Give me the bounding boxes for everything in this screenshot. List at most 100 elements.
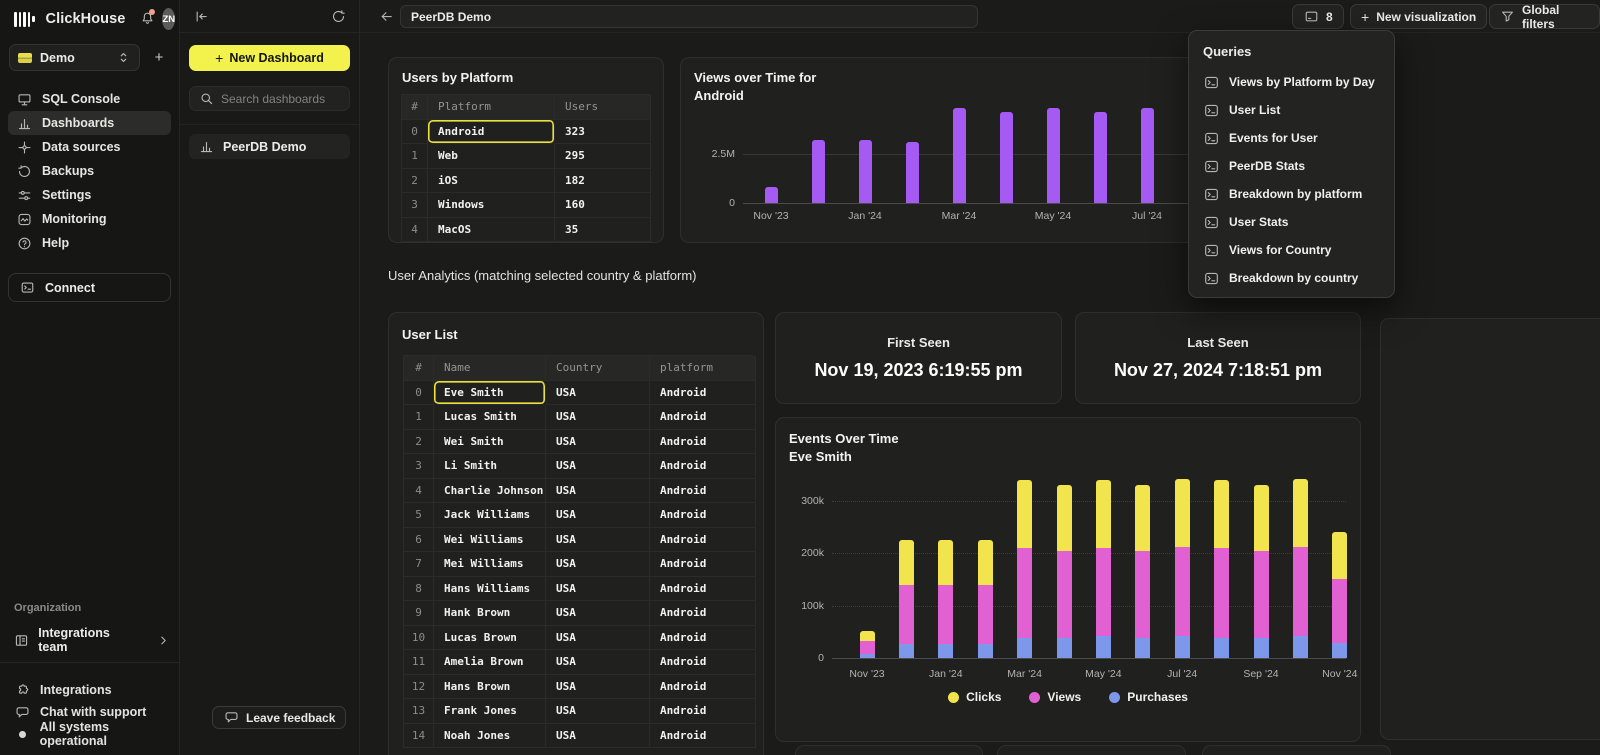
table-cell[interactable]: Charlie Johnson <box>434 479 546 504</box>
new-dashboard-button[interactable]: + New Dashboard <box>189 45 350 71</box>
table-cell[interactable]: 295 <box>555 144 651 169</box>
table-cell[interactable]: Wei Smith <box>434 430 546 455</box>
table-cell[interactable]: Noah Jones <box>434 724 546 749</box>
table-cell[interactable]: Li Smith <box>434 454 546 479</box>
bar-segment-purchases <box>1254 638 1269 658</box>
sidebar-item-monitoring[interactable]: Monitoring <box>8 207 171 231</box>
table-cell[interactable]: Hans Brown <box>434 675 546 700</box>
table-cell[interactable]: Lucas Smith <box>434 405 546 430</box>
sidebar-item-help[interactable]: Help <box>8 231 171 255</box>
table-cell[interactable]: MacOS <box>428 218 555 243</box>
sidebar-item-integrations-team[interactable]: Integrations team <box>14 626 171 654</box>
table-cell[interactable]: Android <box>650 724 756 749</box>
table-cell[interactable]: Android <box>650 601 756 626</box>
sidebar-item-all-systems-operational[interactable]: All systems operational <box>14 723 171 745</box>
table-cell[interactable]: iOS <box>428 169 555 194</box>
table-cell[interactable]: Hans Williams <box>434 577 546 602</box>
query-item-breakdown-by-platform[interactable]: Breakdown by platform <box>1203 180 1380 208</box>
table-cell[interactable]: 35 <box>555 218 651 243</box>
table-cell[interactable]: Android <box>650 528 756 553</box>
sidebar-item-dashboards[interactable]: Dashboards <box>8 111 171 135</box>
table-cell[interactable]: Amelia Brown <box>434 650 546 675</box>
dashboard-list-item[interactable]: PeerDB Demo <box>189 134 350 159</box>
table-cell[interactable]: USA <box>546 479 650 504</box>
connect-button[interactable]: Connect <box>8 273 171 302</box>
query-item-events-for-user[interactable]: Events for User <box>1203 124 1380 152</box>
table-cell[interactable]: Android <box>650 577 756 602</box>
table-cell[interactable]: USA <box>546 699 650 724</box>
query-item-views-for-country[interactable]: Views for Country <box>1203 236 1380 264</box>
collapse-panel-icon[interactable] <box>193 8 209 24</box>
dashboard-title-input[interactable] <box>400 5 978 28</box>
table-cell[interactable]: Mei Williams <box>434 552 546 577</box>
table-cell[interactable]: Eve Smith <box>434 381 546 406</box>
table-cell[interactable]: Android <box>650 454 756 479</box>
visualization-count-button[interactable]: 8 <box>1292 4 1344 29</box>
table-cell[interactable]: USA <box>546 650 650 675</box>
search-input[interactable] <box>221 92 341 106</box>
table-cell[interactable]: USA <box>546 503 650 528</box>
bar <box>1047 108 1060 203</box>
notifications-button[interactable] <box>139 10 155 28</box>
table-cell[interactable]: Android <box>650 381 756 406</box>
table-cell[interactable]: Android <box>650 699 756 724</box>
query-item-user-stats[interactable]: User Stats <box>1203 208 1380 236</box>
table-cell[interactable]: Android <box>650 650 756 675</box>
table-cell[interactable]: Windows <box>428 193 555 218</box>
table-cell[interactable]: Android <box>650 675 756 700</box>
stat-value: Nov 19, 2023 6:19:55 pm <box>814 360 1022 381</box>
leave-feedback-button[interactable]: Leave feedback <box>212 706 346 729</box>
sidebar-item-backups[interactable]: Backups <box>8 159 171 183</box>
bar-segment-views <box>1254 551 1269 638</box>
query-item-views-by-platform-by-day[interactable]: Views by Platform by Day <box>1203 68 1380 96</box>
table-cell[interactable]: USA <box>546 405 650 430</box>
table-cell[interactable]: Android <box>650 552 756 577</box>
query-item-user-list[interactable]: User List <box>1203 96 1380 124</box>
avatar[interactable]: ZN <box>162 8 175 30</box>
table-cell[interactable]: Frank Jones <box>434 699 546 724</box>
sidebar-item-integrations[interactable]: Integrations <box>14 679 171 701</box>
table-cell[interactable]: Lucas Brown <box>434 626 546 651</box>
bar-segment-views <box>1135 551 1150 638</box>
table-cell[interactable]: 182 <box>555 169 651 194</box>
table-cell[interactable]: Hank Brown <box>434 601 546 626</box>
table-cell[interactable]: Android <box>650 626 756 651</box>
back-button[interactable] <box>378 8 394 24</box>
table-cell[interactable]: USA <box>546 552 650 577</box>
table-cell[interactable]: Android <box>650 430 756 455</box>
table-cell[interactable]: Android <box>428 120 555 145</box>
workspace-selector[interactable]: Demo <box>9 44 140 71</box>
table-cell[interactable]: USA <box>546 724 650 749</box>
table-cell[interactable]: Android <box>650 479 756 504</box>
sidebar-item-sql-console[interactable]: SQL Console <box>8 87 171 111</box>
table-cell[interactable]: Android <box>650 503 756 528</box>
refresh-icon[interactable] <box>330 8 346 24</box>
table-cell[interactable]: USA <box>546 528 650 553</box>
bar-segment-purchases <box>1017 638 1032 658</box>
table-cell[interactable]: USA <box>546 601 650 626</box>
table-cell[interactable]: Android <box>650 405 756 430</box>
table-cell[interactable]: USA <box>546 430 650 455</box>
table-cell[interactable]: 160 <box>555 193 651 218</box>
query-item-peerdb-stats[interactable]: PeerDB Stats <box>1203 152 1380 180</box>
new-visualization-button[interactable]: + New visualization <box>1350 4 1487 29</box>
bar-segment-purchases <box>1332 643 1347 658</box>
global-filters-button[interactable]: Global filters <box>1489 4 1600 29</box>
table-cell[interactable]: Wei Williams <box>434 528 546 553</box>
queries-list: Views by Platform by DayUser ListEvents … <box>1203 68 1380 292</box>
table-cell[interactable]: 323 <box>555 120 651 145</box>
table-cell[interactable]: Web <box>428 144 555 169</box>
table-cell[interactable]: USA <box>546 454 650 479</box>
table-cell[interactable]: USA <box>546 381 650 406</box>
query-item-breakdown-by-country[interactable]: Breakdown by country <box>1203 264 1380 292</box>
sidebar-item-data-sources[interactable]: Data sources <box>8 135 171 159</box>
chart-legend: ClicksViewsPurchases <box>776 690 1360 704</box>
table-cell[interactable]: Jack Williams <box>434 503 546 528</box>
sidebar-item-settings[interactable]: Settings <box>8 183 171 207</box>
add-workspace-button[interactable]: + <box>148 49 170 66</box>
legend-item-views: Views <box>1029 690 1081 704</box>
table-cell[interactable]: USA <box>546 577 650 602</box>
column-header: # <box>404 356 434 381</box>
table-cell[interactable]: USA <box>546 675 650 700</box>
table-cell[interactable]: USA <box>546 626 650 651</box>
